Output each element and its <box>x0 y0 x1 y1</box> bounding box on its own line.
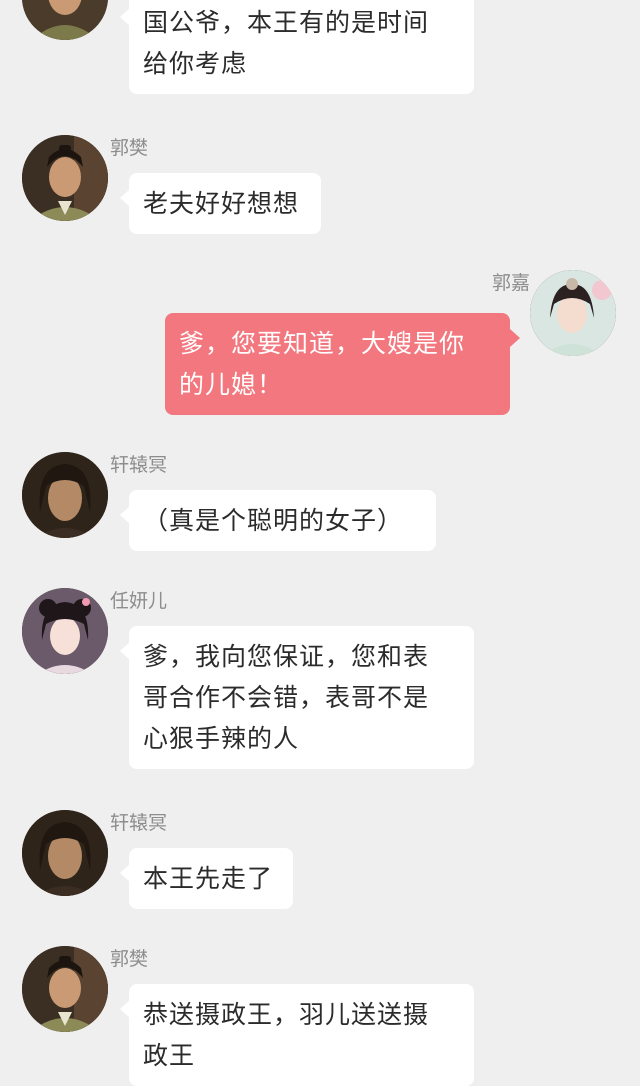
ren-yaner-avatar[interactable] <box>22 588 108 674</box>
message-bubble: 爹，您要知道，大嫂是你 的儿媳！ <box>165 313 520 415</box>
message-line: 国公爷，本王有的是时间 <box>143 8 430 37</box>
speaker-name: 郭樊 <box>110 137 149 159</box>
message-line: 心狠手辣的人 <box>143 724 300 753</box>
guo-fan-avatar[interactable] <box>22 135 108 221</box>
speaker-name: 郭嘉 <box>491 272 530 294</box>
message-line: 哥合作不会错，表哥不是 <box>143 683 430 712</box>
message-bubble: （真是个聪明的女子） <box>120 490 436 551</box>
guo-fan-avatar[interactable] <box>22 0 108 40</box>
speaker-name: 轩辕冥 <box>110 454 168 476</box>
guo-jia-avatar[interactable] <box>530 270 616 356</box>
xuanyuan-ming-avatar[interactable] <box>22 810 108 896</box>
message-bubble: 爹，我向您保证，您和表 哥合作不会错，表哥不是 心狠手辣的人 <box>120 626 474 769</box>
message-line: 的儿媳！ <box>179 370 284 399</box>
chat-conversation: 国公爷，本王有的是时间 给你考虑 郭樊 老夫好好想想 郭嘉 爹，您要知道，大嫂是… <box>0 0 640 1086</box>
message-line: 爹，我向您保证，您和表 <box>143 642 430 671</box>
message-bubble: 本王先走了 <box>120 848 293 909</box>
message-line: （真是个聪明的女子） <box>143 506 404 535</box>
message-line: 恭送摄政王，羽儿送送摄 <box>143 1000 430 1029</box>
message-line: 老夫好好想想 <box>143 189 300 218</box>
speaker-name: 轩辕冥 <box>110 812 168 834</box>
message-bubble: 老夫好好想想 <box>120 173 321 234</box>
xuanyuan-ming-avatar[interactable] <box>22 452 108 538</box>
message-line: 爹，您要知道，大嫂是你 <box>179 329 466 358</box>
speaker-name: 任妍儿 <box>110 590 168 612</box>
guo-fan-avatar[interactable] <box>22 946 108 1032</box>
message-line: 给你考虑 <box>143 49 248 78</box>
message-bubble: 恭送摄政王，羽儿送送摄 政王 <box>120 984 474 1086</box>
message-line: 本王先走了 <box>143 864 274 893</box>
message-bubble: 国公爷，本王有的是时间 给你考虑 <box>120 0 474 94</box>
speaker-name: 郭樊 <box>110 948 149 970</box>
